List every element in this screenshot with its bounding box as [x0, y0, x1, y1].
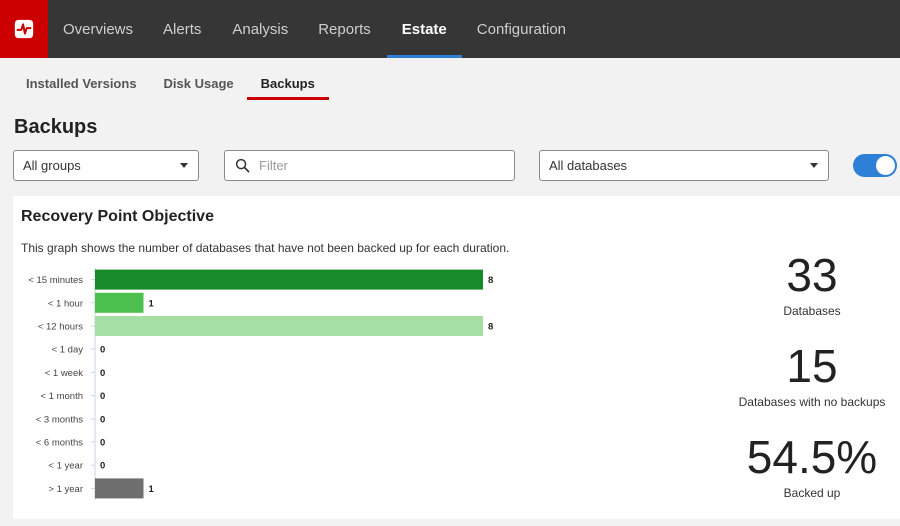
stat-databases: 33 Databases: [732, 252, 892, 318]
group-select[interactable]: All groups: [13, 150, 199, 181]
chevron-down-icon: [180, 163, 188, 168]
chart-bar[interactable]: [95, 478, 144, 499]
chart-category-label: < 1 year: [48, 461, 83, 472]
chart-category-label: < 1 day: [52, 345, 84, 356]
search-input[interactable]: [259, 158, 499, 173]
group-select-value: All groups: [23, 158, 81, 173]
sub-tabs: Installed Versions Disk Usage Backups: [14, 72, 330, 100]
chart-category-label: < 3 months: [36, 414, 84, 425]
tab-backups[interactable]: Backups: [246, 72, 330, 100]
chart-category-label: < 1 month: [40, 391, 83, 402]
stat-value: 54.5%: [746, 431, 878, 483]
recovery-point-objective-card: Recovery Point Objective This graph show…: [13, 196, 900, 519]
toggle-knob: [876, 156, 895, 175]
chart-category-label: < 15 minutes: [28, 275, 83, 286]
tab-disk-usage[interactable]: Disk Usage: [164, 72, 234, 100]
chart-value-label: 0: [100, 414, 105, 425]
chart-value-label: 8: [488, 322, 493, 333]
chart-bar[interactable]: [95, 316, 483, 336]
nav-reports[interactable]: Reports: [318, 0, 371, 58]
chart-category-label: < 1 hour: [48, 298, 83, 309]
database-select-value: All databases: [549, 158, 628, 173]
search-icon: [235, 158, 250, 173]
stat-value: 33: [786, 249, 838, 301]
top-navigation-bar: Overviews Alerts Analysis Reports Estate…: [0, 0, 900, 58]
chart-bar[interactable]: [95, 269, 483, 290]
card-description: This graph shows the number of databases…: [21, 241, 510, 255]
rpo-bar-chart: < 15 minutes 8 < 1 hour 1 < 12 hours 8 < 1 day…: [28, 268, 493, 500]
pulse-icon: [14, 19, 34, 39]
chart-category-label: < 1 week: [45, 368, 84, 379]
database-select[interactable]: All databases: [539, 150, 829, 181]
nav-analysis[interactable]: Analysis: [232, 0, 288, 58]
chart-value-label: 0: [100, 345, 105, 356]
stat-databases-no-backups: 15 Databases with no backups: [732, 343, 892, 409]
nav-configuration[interactable]: Configuration: [477, 0, 566, 58]
card-title: Recovery Point Objective: [21, 208, 214, 225]
chart-value-label: 0: [100, 461, 105, 472]
chart-category-label: < 6 months: [36, 438, 84, 449]
stat-label: Databases: [783, 304, 841, 318]
stat-label: Backed up: [783, 486, 841, 500]
chart-value-label: 8: [488, 275, 493, 286]
chevron-down-icon: [810, 163, 818, 168]
main-nav: Overviews Alerts Analysis Reports Estate…: [48, 0, 566, 58]
chart-value-label: 1: [149, 484, 155, 495]
tab-installed-versions[interactable]: Installed Versions: [26, 72, 137, 100]
chart-value-label: 1: [149, 298, 155, 309]
stat-label: Databases with no backups: [738, 395, 886, 409]
nav-estate[interactable]: Estate: [386, 0, 462, 58]
nav-alerts[interactable]: Alerts: [163, 0, 201, 58]
chart-value-label: 0: [100, 391, 105, 402]
chart-value-label: 0: [100, 438, 105, 449]
search-field[interactable]: [224, 150, 515, 181]
chart-bar[interactable]: [95, 292, 144, 313]
chart-category-label: < 12 hours: [38, 322, 83, 333]
chart-value-label: 0: [100, 368, 105, 379]
stat-backed-up: 54.5% Backed up: [732, 434, 892, 500]
nav-overviews[interactable]: Overviews: [63, 0, 133, 58]
chart-category-label: > 1 year: [48, 484, 83, 495]
page-title: Backups: [14, 116, 98, 138]
stat-value: 15: [786, 340, 838, 392]
toggle-switch[interactable]: [853, 154, 897, 177]
app-logo-icon[interactable]: [0, 0, 48, 58]
